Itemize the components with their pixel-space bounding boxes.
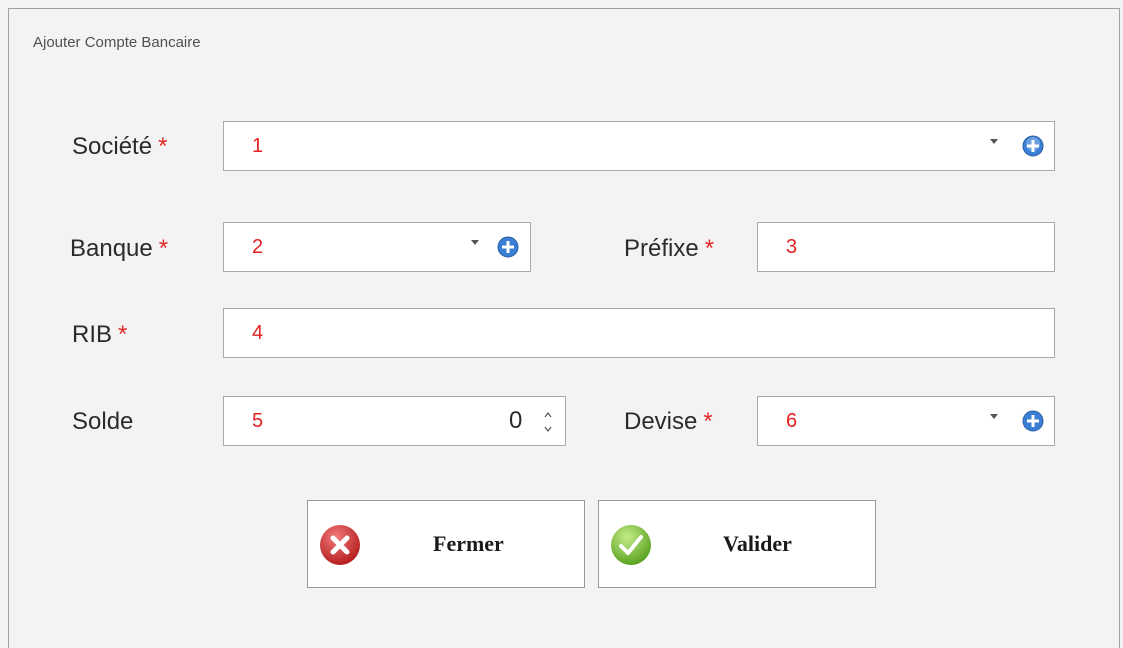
required-marker: * bbox=[158, 133, 168, 160]
required-marker: * bbox=[704, 235, 715, 262]
rib-label: RIB * bbox=[72, 321, 128, 348]
required-marker: * bbox=[118, 321, 128, 348]
solde-value: 5 bbox=[252, 410, 264, 432]
solde-spinner[interactable]: 5 0 bbox=[223, 396, 566, 446]
chevron-down-icon[interactable] bbox=[990, 139, 998, 144]
fermer-button[interactable]: Fermer bbox=[307, 500, 585, 588]
prefixe-value: 3 bbox=[786, 236, 798, 258]
close-circle-icon bbox=[320, 525, 360, 565]
solde-spin-value: 0 bbox=[509, 407, 523, 434]
societe-combobox[interactable]: 1 bbox=[223, 121, 1055, 171]
spin-arrows-icon[interactable] bbox=[543, 407, 553, 437]
prefixe-label: Préfixe * bbox=[624, 235, 715, 262]
rib-input[interactable]: 4 bbox=[223, 308, 1055, 358]
required-marker: * bbox=[703, 408, 713, 435]
banque-value: 2 bbox=[252, 236, 264, 258]
devise-value: 6 bbox=[786, 410, 798, 432]
solde-label: Solde bbox=[72, 408, 134, 435]
checkmark-circle-icon bbox=[611, 525, 651, 565]
add-devise-icon[interactable] bbox=[1022, 410, 1044, 432]
banque-label: Banque * bbox=[70, 235, 169, 262]
add-societe-icon[interactable] bbox=[1022, 135, 1044, 157]
devise-combobox[interactable]: 6 bbox=[757, 396, 1055, 446]
societe-value: 1 bbox=[252, 135, 264, 157]
prefixe-input[interactable]: 3 bbox=[757, 222, 1055, 272]
dialog-title: Ajouter Compte Bancaire bbox=[33, 34, 201, 51]
required-marker: * bbox=[158, 235, 169, 262]
chevron-down-icon[interactable] bbox=[471, 240, 479, 245]
fermer-label: Fermer bbox=[433, 531, 504, 556]
rib-value: 4 bbox=[252, 322, 264, 344]
add-banque-icon[interactable] bbox=[497, 236, 519, 258]
banque-combobox[interactable]: 2 bbox=[223, 222, 531, 272]
devise-label: Devise * bbox=[624, 408, 713, 435]
valider-label: Valider bbox=[723, 531, 792, 556]
chevron-down-icon[interactable] bbox=[990, 414, 998, 419]
societe-label: Société * bbox=[72, 133, 168, 160]
valider-button[interactable]: Valider bbox=[598, 500, 876, 588]
